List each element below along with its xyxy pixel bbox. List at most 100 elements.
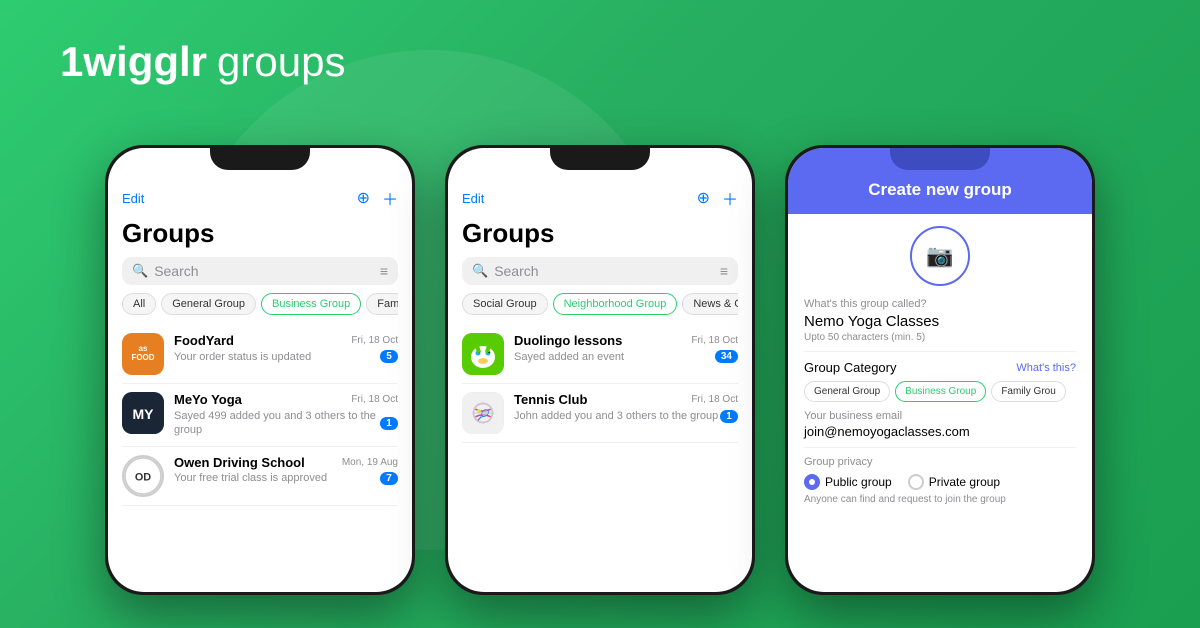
whats-this-link[interactable]: What's this?: [1016, 362, 1076, 374]
group-msg-meyoyoga: Sayed 499 added you and 3 others to the …: [174, 409, 380, 438]
filter-tab-general[interactable]: General Group: [161, 293, 256, 315]
group-name-duolingo: Duolingo lessons: [514, 333, 622, 348]
search-placeholder-1: Search: [154, 263, 380, 279]
search-bar-1[interactable]: 🔍 Search ≡: [122, 257, 398, 285]
filter-tabs-1: All General Group Business Group Family …: [122, 293, 398, 315]
notch-1: [210, 148, 310, 170]
filter-icon-1[interactable]: ≡: [380, 263, 388, 279]
phone-3: Create new group 📷 What's this group cal…: [785, 145, 1095, 595]
filter-tab-family[interactable]: Family G: [366, 293, 398, 315]
privacy-hint: Anyone can find and request to join the …: [804, 494, 1076, 505]
screen-title-2: Groups: [462, 218, 738, 249]
group-name-value[interactable]: Nemo Yoga Classes: [804, 313, 1076, 330]
top-bar-2: Edit ⊕ ＋: [462, 186, 738, 210]
notch-3: [890, 148, 990, 170]
plus-icon-1[interactable]: ＋: [382, 186, 398, 210]
badge-meyoyoga: 1: [380, 417, 398, 430]
group-msg-foodyard: Your order status is updated: [174, 351, 311, 363]
private-group-label: Private group: [929, 475, 1000, 489]
notch-2: [550, 148, 650, 170]
group-item-tennis[interactable]: 🎾 Tennis Club Fri, 18 Oct John added you…: [462, 384, 738, 443]
group-item-foodyard[interactable]: asFOOD FoodYard Fri, 18 Oct Your order s…: [122, 325, 398, 384]
filter-tabs-2: Social Group Neighborhood Group News & G…: [462, 293, 738, 315]
svg-text:🎾: 🎾: [476, 409, 489, 422]
privacy-public[interactable]: Public group: [804, 474, 892, 490]
search-bar-2[interactable]: 🔍 Search ≡: [462, 257, 738, 285]
filter-tab-business[interactable]: Business Group: [261, 293, 361, 315]
edit-button-2[interactable]: Edit: [462, 191, 484, 206]
search-icon-1: 🔍: [132, 263, 148, 279]
search-icon-2: 🔍: [472, 263, 488, 279]
group-date-owen: Mon, 19 Aug: [342, 457, 398, 468]
badge-duolingo: 34: [715, 350, 738, 363]
photo-upload[interactable]: 📷: [804, 226, 1076, 286]
search-placeholder-2: Search: [494, 263, 720, 279]
filter-icon-2[interactable]: ≡: [720, 263, 728, 279]
email-value[interactable]: join@nemoyogaclasses.com: [804, 424, 1076, 439]
group-info-duolingo: Duolingo lessons Fri, 18 Oct Sayed added…: [514, 333, 738, 363]
privacy-private[interactable]: Private group: [908, 474, 1000, 490]
group-msg-duolingo: Sayed added an event: [514, 351, 624, 363]
group-info-meyoyoga: MeYo Yoga Fri, 18 Oct Sayed 499 added yo…: [174, 392, 398, 438]
badge-foodyard: 5: [380, 350, 398, 363]
phones-container: Edit ⊕ ＋ Groups 🔍 Search ≡ All General G…: [60, 145, 1140, 595]
cat-tab-general[interactable]: General Group: [804, 381, 890, 402]
radio-public-selected[interactable]: [804, 474, 820, 490]
group-msg-tennis: John added you and 3 others to the group: [514, 409, 718, 423]
badge-owen: 7: [380, 472, 398, 485]
cat-tab-family[interactable]: Family Grou: [991, 381, 1065, 402]
top-bar-1: Edit ⊕ ＋: [122, 186, 398, 210]
group-name-owen: Owen Driving School: [174, 455, 305, 470]
photo-circle[interactable]: 📷: [910, 226, 970, 286]
category-label: Group Category: [804, 360, 897, 375]
badge-tennis: 1: [720, 410, 738, 423]
divider-1: [804, 351, 1076, 352]
filter-tab-neighborhood[interactable]: Neighborhood Group: [553, 293, 678, 315]
privacy-label: Group privacy: [804, 456, 1076, 468]
category-row: Group Category What's this?: [804, 360, 1076, 375]
plus-icon-2[interactable]: ＋: [722, 186, 738, 210]
group-info-owen: Owen Driving School Mon, 19 Aug Your fre…: [174, 455, 398, 485]
radio-private-unselected[interactable]: [908, 474, 924, 490]
camera-icon: 📷: [926, 243, 953, 269]
avatar-tennis: 🎾: [462, 392, 504, 434]
group-name-label: What's this group called?: [804, 298, 1076, 310]
cat-tab-business[interactable]: Business Group: [895, 381, 986, 402]
group-info-foodyard: FoodYard Fri, 18 Oct Your order status i…: [174, 333, 398, 363]
filter-tab-news[interactable]: News & Gossip G: [682, 293, 738, 315]
edit-button-1[interactable]: Edit: [122, 191, 144, 206]
phone-1: Edit ⊕ ＋ Groups 🔍 Search ≡ All General G…: [105, 145, 415, 595]
svg-text:OD: OD: [135, 471, 151, 483]
group-item-duolingo[interactable]: Duolingo lessons Fri, 18 Oct Sayed added…: [462, 325, 738, 384]
group-name-hint: Upto 50 characters (min. 5): [804, 332, 1076, 343]
compass-icon-2[interactable]: ⊕: [697, 188, 710, 208]
logo: 1wigglr groups: [60, 38, 345, 86]
public-group-label: Public group: [825, 475, 892, 489]
avatar-owen: OD: [122, 455, 164, 497]
group-name-meyoyoga: MeYo Yoga: [174, 392, 242, 407]
screen-title-1: Groups: [122, 218, 398, 249]
divider-2: [804, 447, 1076, 448]
filter-tab-all[interactable]: All: [122, 293, 156, 315]
group-msg-owen: Your free trial class is approved: [174, 472, 327, 484]
avatar-duolingo: [462, 333, 504, 375]
avatar-meyoyoga: MY: [122, 392, 164, 434]
create-body: 📷 What's this group called? Nemo Yoga Cl…: [788, 214, 1092, 592]
logo-product: groups: [217, 38, 345, 86]
group-date-tennis: Fri, 18 Oct: [691, 394, 738, 405]
svg-text:MY: MY: [133, 406, 155, 422]
group-date-foodyard: Fri, 18 Oct: [351, 335, 398, 346]
email-label: Your business email: [804, 410, 1076, 422]
group-date-meyoyoga: Fri, 18 Oct: [351, 394, 398, 405]
group-name-foodyard: FoodYard: [174, 333, 234, 348]
privacy-options: Public group Private group: [804, 474, 1076, 490]
logo-brand: 1wigglr: [60, 38, 207, 86]
group-item-owen[interactable]: OD Owen Driving School Mon, 19 Aug Your …: [122, 447, 398, 506]
category-tabs: General Group Business Group Family Grou: [804, 381, 1076, 402]
group-info-tennis: Tennis Club Fri, 18 Oct John added you a…: [514, 392, 738, 423]
group-date-duolingo: Fri, 18 Oct: [691, 335, 738, 346]
compass-icon-1[interactable]: ⊕: [357, 188, 370, 208]
group-item-meyoyoga[interactable]: MY MeYo Yoga Fri, 18 Oct Sayed 499 added…: [122, 384, 398, 447]
filter-tab-social[interactable]: Social Group: [462, 293, 548, 315]
group-name-tennis: Tennis Club: [514, 392, 587, 407]
